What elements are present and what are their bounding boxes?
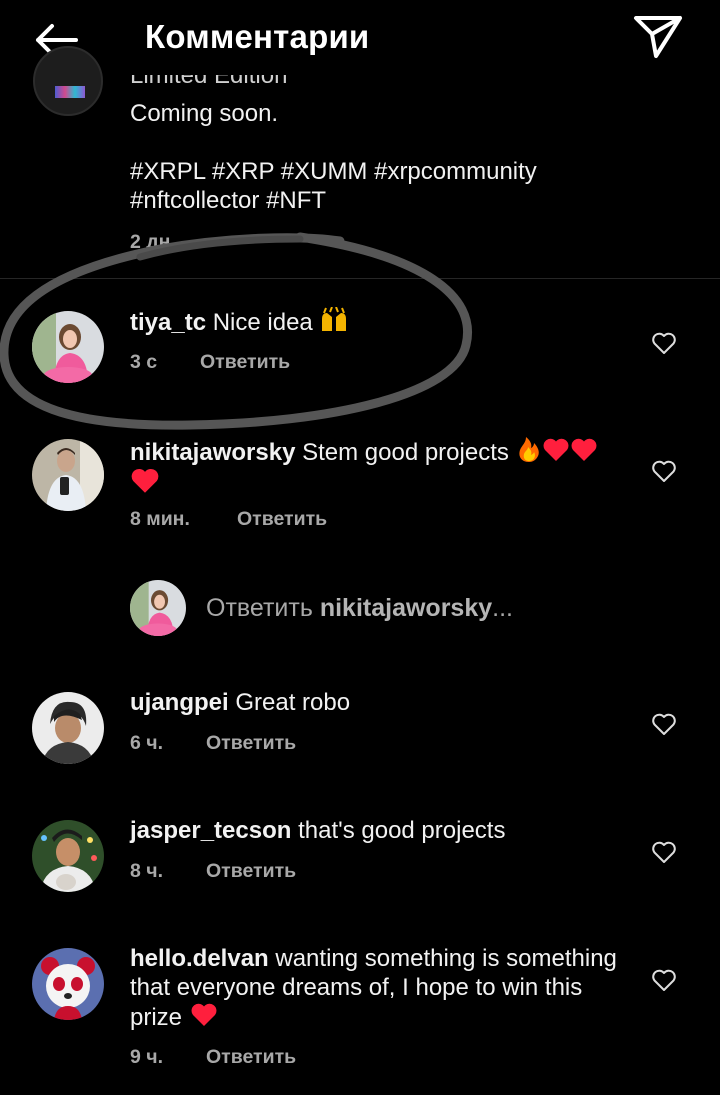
top-bar: Комментарии	[0, 0, 720, 78]
comment-text: nikitajaworsky Stem good projects	[130, 435, 620, 499]
like-heart-icon[interactable]	[651, 840, 677, 864]
reply-button[interactable]: Ответить	[237, 508, 327, 531]
avatar[interactable]	[32, 820, 104, 892]
reply-input-prompt[interactable]: Ответить nikitajaworsky...	[206, 594, 513, 623]
avatar[interactable]	[32, 439, 104, 511]
heart-emoji	[191, 1003, 217, 1026]
heart-emoji	[131, 469, 159, 493]
comment-username[interactable]: hello.delvan	[130, 945, 269, 972]
comment-time: 3 с	[130, 351, 158, 373]
caption-hashtags[interactable]: #XRPL #XRP #XUMM #xrpcommunity	[130, 158, 537, 186]
comment-text: hello.delvan wanting something is someth…	[130, 945, 617, 1031]
fire-emoji	[518, 437, 539, 462]
comment-username[interactable]: ujangpei	[130, 689, 229, 716]
post-author-avatar[interactable]	[33, 46, 103, 116]
like-heart-icon[interactable]	[651, 968, 677, 992]
reply-button[interactable]: Ответить	[206, 860, 296, 883]
avatar[interactable]	[32, 692, 104, 764]
raising-hands-emoji	[322, 307, 347, 331]
avatar[interactable]	[32, 948, 104, 1020]
comment-text: jasper_tecson that's good projects	[130, 817, 506, 844]
comment-time: 9 ч.	[130, 1046, 164, 1068]
caption-text: Coming soon.	[130, 100, 279, 127]
avatar[interactable]	[32, 311, 104, 383]
reply-button[interactable]: Ответить	[200, 351, 290, 374]
heart-emoji	[543, 438, 568, 461]
comment-text: ujangpei Great robo	[130, 689, 351, 716]
comment-username[interactable]: tiya_tc	[130, 309, 206, 336]
like-heart-icon[interactable]	[651, 712, 677, 736]
comment-time: 6 ч.	[130, 732, 164, 754]
caption-hashtags[interactable]: #nftcollector #NFT	[130, 187, 326, 215]
comment-username[interactable]: nikitajaworsky	[130, 439, 295, 466]
send-icon[interactable]	[628, 10, 686, 62]
comment-username[interactable]: jasper_tecson	[130, 817, 291, 844]
page-title: Комментарии	[145, 18, 370, 55]
caption-partial-line: Limited Edition	[130, 75, 288, 89]
caption-time: 2 дн.	[130, 231, 176, 253]
comment-text: tiya_tc Nice idea	[130, 307, 620, 337]
like-heart-icon[interactable]	[651, 331, 677, 355]
heart-emoji	[571, 438, 596, 461]
like-heart-icon[interactable]	[651, 459, 677, 483]
current-user-avatar	[130, 580, 186, 636]
reply-button[interactable]: Ответить	[206, 732, 296, 755]
reply-button[interactable]: Ответить	[206, 1046, 296, 1069]
comment-time: 8 ч.	[130, 860, 164, 882]
comment-time: 8 мин.	[130, 508, 190, 530]
divider	[0, 278, 720, 279]
